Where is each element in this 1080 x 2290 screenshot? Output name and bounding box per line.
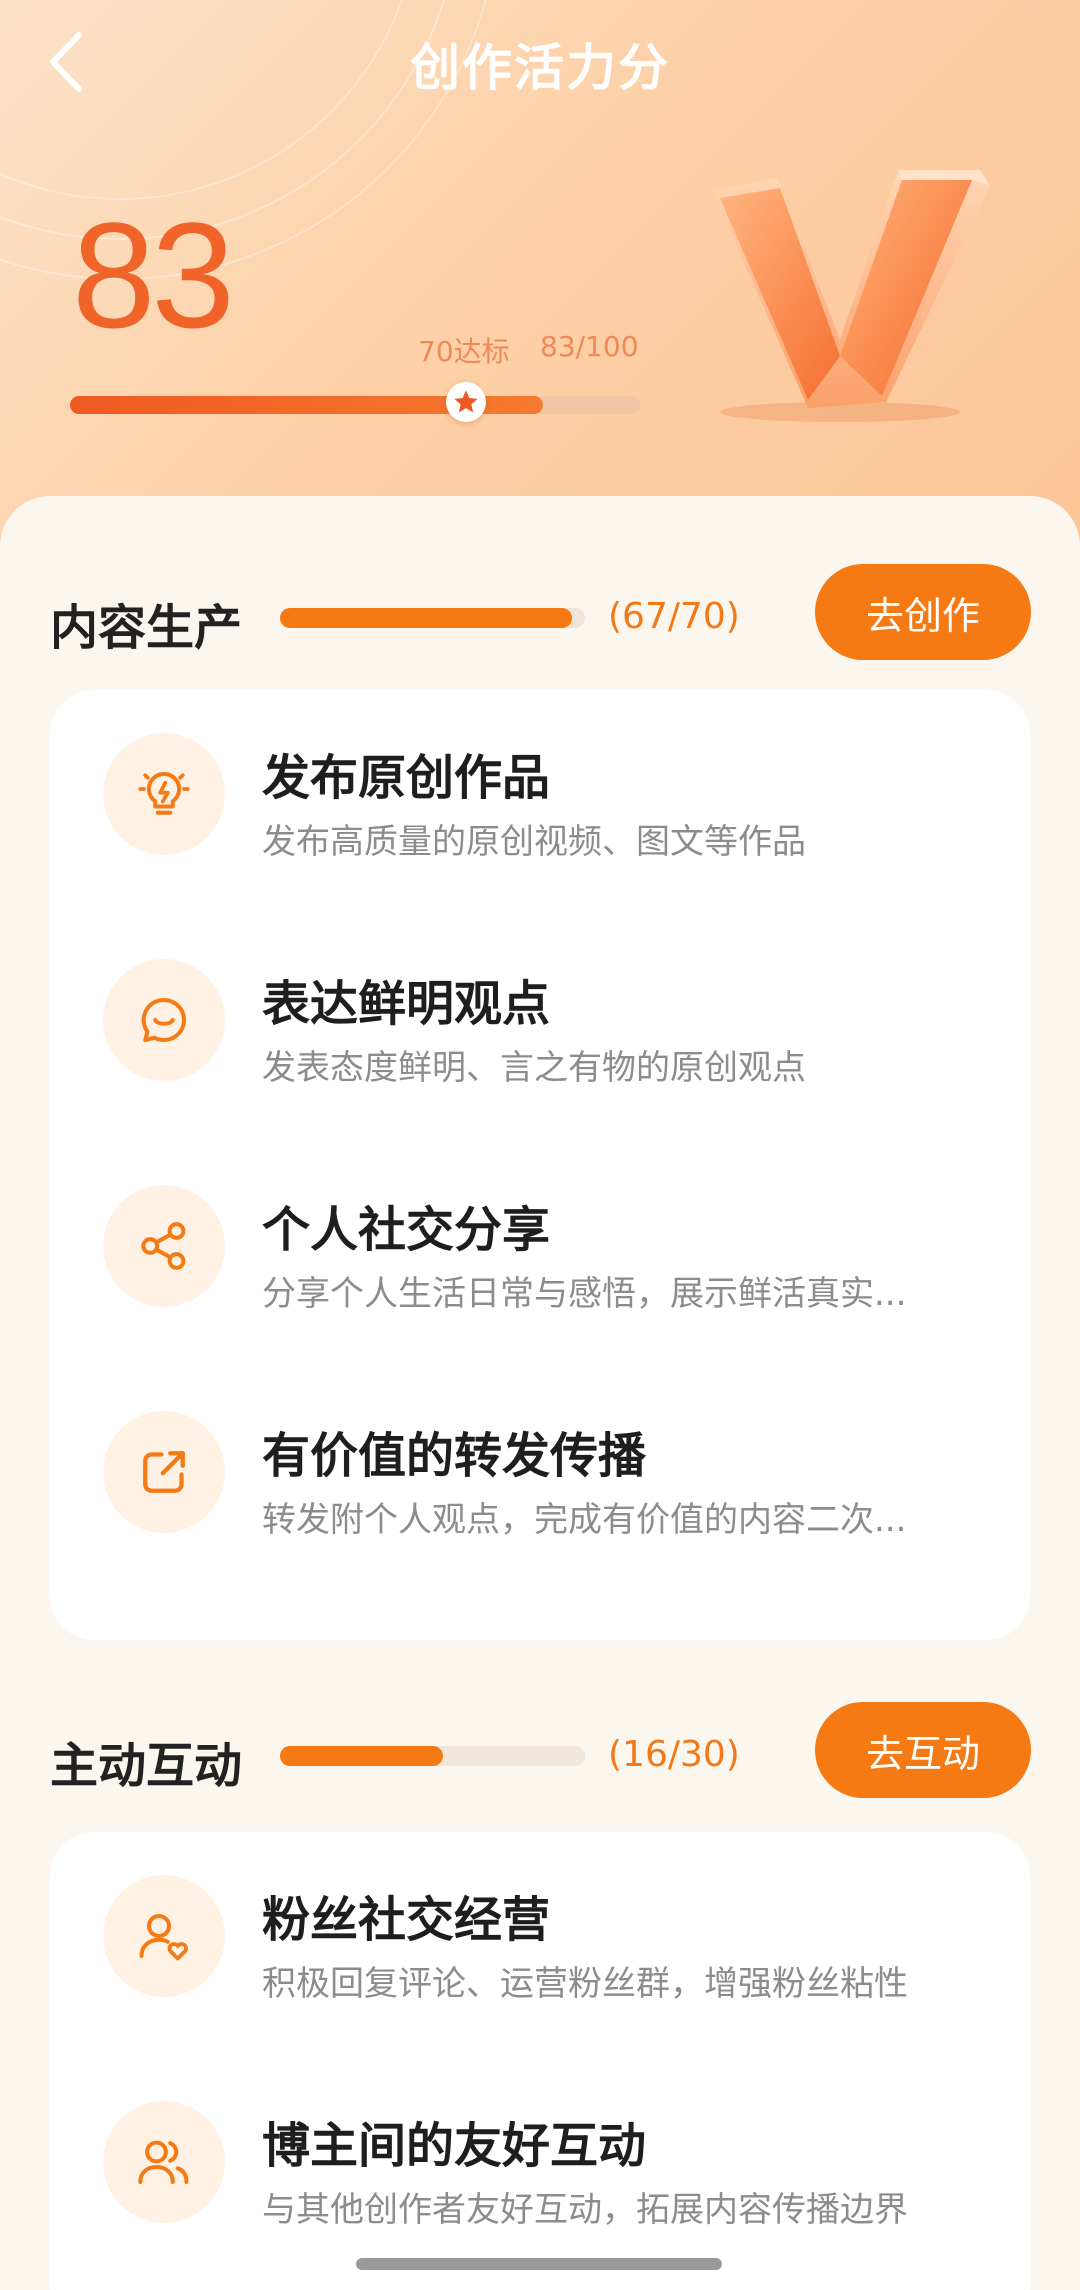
threshold-label: 70达标 bbox=[418, 335, 510, 368]
list-item[interactable]: 表达鲜明观点 发表态度鲜明、言之有物的原创观点 bbox=[50, 916, 1030, 1116]
item-title: 粉丝社交经营 bbox=[262, 1892, 551, 1948]
page-title: 创作活力分 bbox=[410, 39, 670, 97]
item-title: 表达鲜明观点 bbox=[262, 976, 551, 1032]
users-icon bbox=[138, 2140, 189, 2184]
list-item[interactable]: 发布原创作品 发布高质量的原创视频、图文等作品 bbox=[50, 690, 1030, 890]
item-description: 发布高质量的原创视频、图文等作品 bbox=[262, 822, 806, 862]
section-progress-bar bbox=[280, 608, 585, 628]
list-item[interactable]: 有价值的转发传播 转发附个人观点，完成有价值的内容二次... bbox=[50, 1368, 1030, 1568]
go-interact-button[interactable]: 去互动 bbox=[815, 1702, 1031, 1798]
item-description: 转发附个人观点，完成有价值的内容二次... bbox=[262, 1500, 907, 1540]
item-description: 发表态度鲜明、言之有物的原创观点 bbox=[262, 1048, 806, 1088]
item-description: 分享个人生活日常与感悟，展示鲜活真实... bbox=[262, 1274, 907, 1314]
section-progress-bar bbox=[280, 1746, 585, 1766]
item-title: 个人社交分享 bbox=[262, 1202, 551, 1258]
forward-icon bbox=[103, 1411, 225, 1533]
go-create-button[interactable]: 去创作 bbox=[815, 564, 1031, 660]
fan-heart-icon bbox=[103, 1875, 225, 1997]
list-item[interactable]: 个人社交分享 分享个人生活日常与感悟，展示鲜活真实... bbox=[50, 1142, 1030, 1342]
share-icon bbox=[141, 1222, 186, 1270]
section-header-content-production: 内容生产 (67/70) 去创作 bbox=[0, 564, 1080, 664]
star-icon bbox=[454, 390, 478, 413]
item-title: 发布原创作品 bbox=[262, 750, 551, 806]
threshold-star-marker bbox=[446, 382, 486, 422]
section-progress-fill bbox=[280, 1746, 443, 1766]
v-badge-logo bbox=[712, 170, 990, 422]
chat-smile-icon bbox=[141, 997, 186, 1042]
home-indicator[interactable] bbox=[356, 2258, 722, 2270]
task-card-active-interaction: 粉丝社交经营 积极回复评论、运营粉丝群，增强粉丝粘性 博主间的友好互动 与其他创… bbox=[50, 1832, 1030, 2290]
section-title: 内容生产 bbox=[50, 600, 243, 656]
section-progress-text: (16/30) bbox=[608, 1734, 740, 1775]
section-title: 主动互动 bbox=[50, 1738, 243, 1794]
lightbulb-icon bbox=[103, 733, 225, 855]
share-icon bbox=[103, 1185, 225, 1307]
lightbulb-icon bbox=[138, 771, 190, 815]
score-ratio: 83/100 bbox=[540, 330, 639, 363]
task-card-content-production: 发布原创作品 发布高质量的原创视频、图文等作品 表达鲜明观点 发表态度鲜明、言之… bbox=[50, 690, 1030, 1640]
item-description: 与其他创作者友好互动，拓展内容传播边界 bbox=[262, 2190, 908, 2230]
content-sheet: 内容生产 (67/70) 去创作 发布原创作品 发布高质量的原创视频、图文等作品 bbox=[0, 496, 1080, 2290]
section-progress-text: (67/70) bbox=[608, 596, 740, 637]
score-value: 83 bbox=[72, 191, 235, 359]
fan-heart-icon bbox=[139, 1914, 188, 1961]
item-title: 博主间的友好互动 bbox=[262, 2118, 647, 2174]
item-description: 积极回复评论、运营粉丝群，增强粉丝粘性 bbox=[262, 1964, 908, 2004]
score-progress-bar bbox=[70, 396, 640, 414]
users-icon bbox=[103, 2101, 225, 2223]
chat-smile-icon bbox=[103, 959, 225, 1081]
list-item[interactable]: 博主间的友好互动 与其他创作者友好互动，拓展内容传播边界 bbox=[50, 2058, 1030, 2258]
list-item[interactable]: 粉丝社交经营 积极回复评论、运营粉丝群，增强粉丝粘性 bbox=[50, 1832, 1030, 2032]
item-title: 有价值的转发传播 bbox=[262, 1428, 647, 1484]
section-progress-fill bbox=[280, 608, 572, 628]
forward-icon bbox=[143, 1451, 185, 1493]
section-header-active-interaction: 主动互动 (16/30) 去互动 bbox=[0, 1702, 1080, 1802]
